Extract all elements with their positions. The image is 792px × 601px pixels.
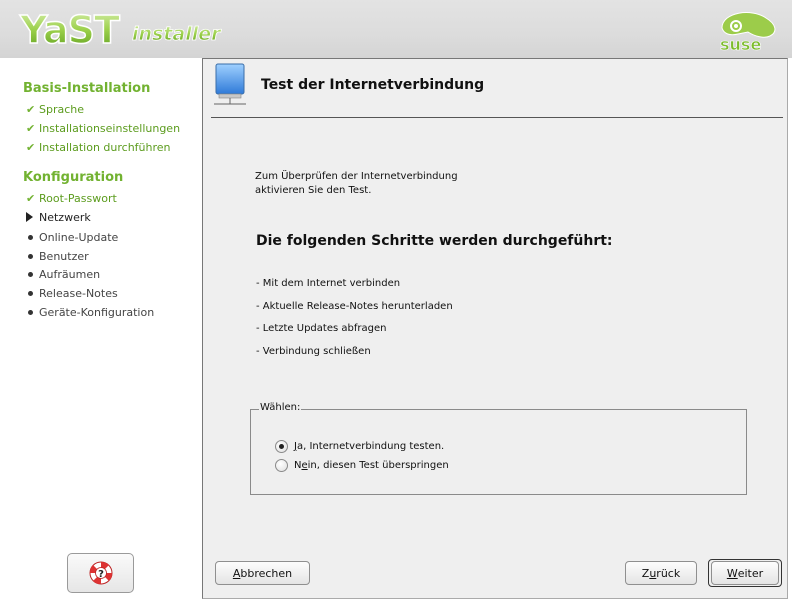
abort-button[interactable]: Abbrechen (215, 561, 310, 585)
step-aufraeumen: Aufräumen (26, 265, 100, 283)
check-icon: ✔ (26, 121, 36, 135)
radio-test-connection[interactable]: Ja, Internetverbindung testen. (275, 438, 444, 454)
step-label: Installation durchführen (39, 140, 171, 154)
bullet-icon (26, 253, 39, 259)
check-icon: ✔ (26, 102, 36, 116)
bullet-icon (26, 290, 39, 296)
radio-skip-test[interactable]: Nein, diesen Test überspringen (275, 457, 449, 473)
step-release-notes: Release-Notes (26, 284, 118, 302)
step-installationseinstellungen: ✔ Installationseinstellungen (26, 119, 180, 137)
radio-label: Nein, diesen Test überspringen (294, 459, 449, 471)
help-button[interactable]: ? (67, 553, 134, 593)
svg-text:installer: installer (132, 23, 222, 45)
installation-steps-sidebar: Basis-Installation ✔ Sprache ✔ Installat… (0, 58, 202, 601)
step-label: Online-Update (39, 230, 119, 244)
network-computer-icon (214, 63, 246, 105)
svg-text:suse: suse (720, 35, 761, 54)
svg-text:YaST: YaST (19, 8, 120, 52)
list-item: - Mit dem Internet verbinden (256, 278, 401, 289)
check-icon: ✔ (26, 191, 36, 205)
bullet-icon (26, 309, 39, 315)
list-item: - Letzte Updates abfragen (256, 323, 387, 334)
step-label: Root-Passwort (39, 191, 117, 205)
step-label: Netzwerk (39, 210, 91, 224)
step-label: Sprache (39, 102, 85, 116)
step-netzwerk: Netzwerk (26, 208, 91, 226)
next-button[interactable]: Weiter (711, 561, 779, 585)
step-label: Installationseinstellungen (39, 121, 181, 135)
header-banner: YaST installer suse (0, 0, 792, 58)
bullet-icon (26, 271, 39, 277)
choice-group-box: Wählen: Ja, Internetverbindung testen. N… (250, 402, 747, 495)
suse-chameleon-logo: suse (720, 12, 776, 54)
step-label: Aufräumen (39, 267, 101, 281)
choice-group-legend: Wählen: (259, 402, 302, 413)
radio-button-unchecked[interactable] (275, 458, 288, 472)
step-installation-durchfuehren: ✔ Installation durchführen (26, 138, 171, 156)
list-item: - Verbindung schließen (256, 346, 371, 357)
step-root-passwort: ✔ Root-Passwort (26, 189, 117, 207)
step-sprache: ✔ Sprache (26, 100, 84, 118)
help-lifebuoy-icon: ? (89, 561, 112, 585)
svg-text:?: ? (98, 569, 104, 580)
sidebar-section-title: Konfiguration (23, 170, 124, 185)
back-button[interactable]: Zu rück (625, 561, 697, 585)
intro-text-line1: Zum Überprüfen der Internetverbindung (255, 171, 458, 182)
page-title: Test der Internetverbindung (261, 77, 485, 93)
dialog-panel: Test der Internetverbindung Zum Überprüf… (202, 58, 788, 599)
step-benutzer: Benutzer (26, 247, 89, 265)
yast-installer-logo: YaST installer (18, 7, 222, 52)
radio-button-checked[interactable] (275, 439, 288, 453)
current-step-arrow-icon (26, 212, 39, 222)
step-label: Geräte-Konfiguration (39, 305, 155, 319)
sidebar-section-title: Basis-Installation (23, 81, 151, 96)
step-label: Release-Notes (39, 286, 118, 300)
intro-text-line2: aktivieren Sie den Test. (255, 185, 372, 196)
radio-label: Ja, Internetverbindung testen. (294, 440, 445, 452)
steps-heading: Die folgenden Schritte werden durchgefüh… (256, 233, 613, 249)
step-label: Benutzer (39, 249, 89, 263)
bullet-icon (26, 234, 39, 240)
title-separator (211, 117, 783, 118)
step-geraete-konfiguration: Geräte-Konfiguration (26, 303, 154, 321)
step-online-update: Online-Update (26, 228, 118, 246)
list-item: - Aktuelle Release-Notes herunterladen (256, 301, 453, 312)
check-icon: ✔ (26, 140, 36, 154)
